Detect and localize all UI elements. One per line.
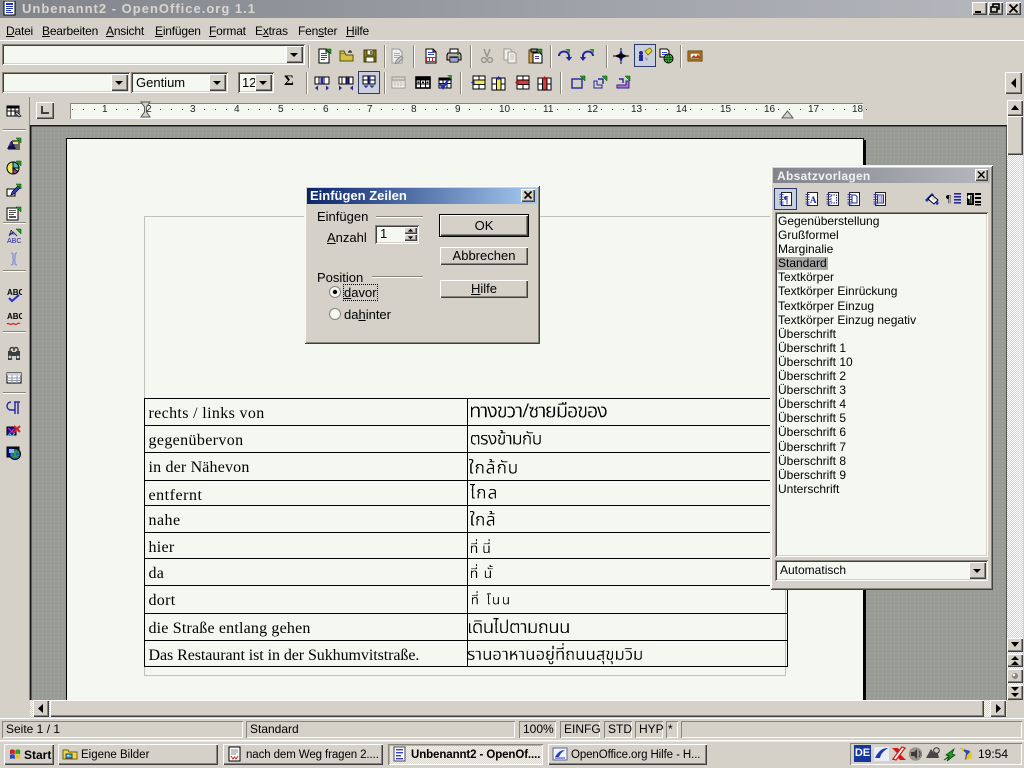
svg-text:ABC: ABC — [7, 238, 21, 244]
svg-text:¶: ¶ — [946, 193, 951, 205]
svg-text:A: A — [810, 195, 817, 205]
svg-text:ABC: ABC — [7, 288, 22, 297]
svg-text:¶: ¶ — [784, 195, 789, 206]
svg-text:¶: ¶ — [968, 194, 973, 205]
svg-text:ABC: ABC — [7, 312, 22, 321]
